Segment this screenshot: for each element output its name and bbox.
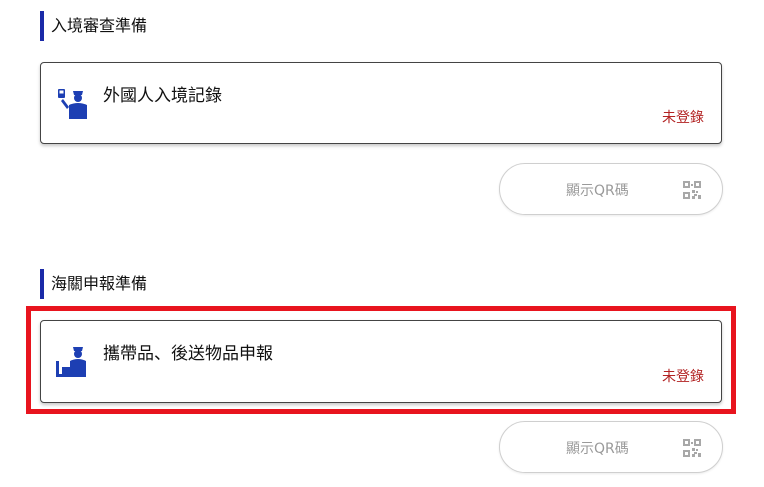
immigration-record-label: 外國人入境記錄 xyxy=(103,86,222,106)
immigration-officer-icon xyxy=(58,89,87,119)
customs-qr-button[interactable]: 顯示QR碼 xyxy=(499,421,723,473)
immigration-qr-label: 顯示QR碼 xyxy=(566,183,629,199)
section-title-immigration: 入境審查準備 xyxy=(40,11,147,41)
qr-code-icon xyxy=(683,181,701,199)
highlight-box xyxy=(26,306,736,414)
customs-qr-label: 顯示QR碼 xyxy=(566,441,629,457)
immigration-record-status: 未登錄 xyxy=(662,110,704,126)
qr-code-icon xyxy=(683,439,701,457)
immigration-qr-button[interactable]: 顯示QR碼 xyxy=(499,163,723,215)
section-title-customs: 海關申報準備 xyxy=(40,269,147,299)
immigration-record-card[interactable]: 外國人入境記錄 未登錄 xyxy=(40,62,722,144)
